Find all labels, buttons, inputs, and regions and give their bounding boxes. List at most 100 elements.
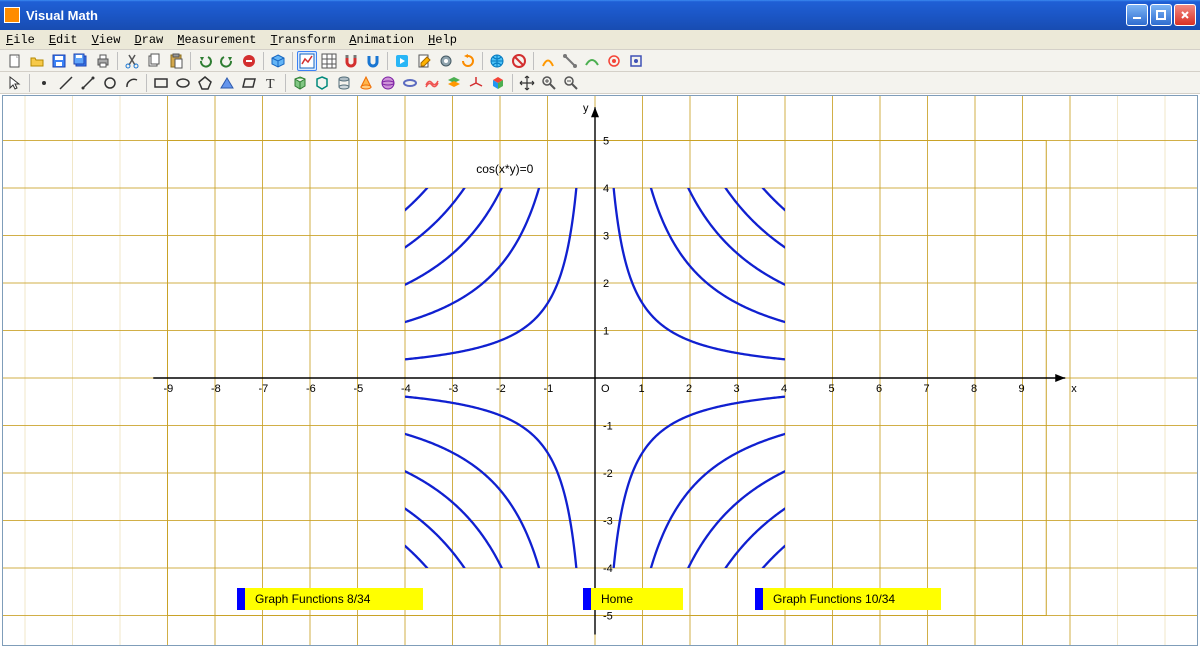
svg-text:-5: -5 bbox=[354, 383, 364, 395]
text-icon[interactable]: T bbox=[261, 73, 281, 93]
cancel-icon[interactable] bbox=[509, 51, 529, 71]
cut-icon[interactable] bbox=[122, 51, 142, 71]
3d-cone-icon[interactable] bbox=[356, 73, 376, 93]
svg-text:-4: -4 bbox=[401, 383, 411, 395]
segment-icon[interactable] bbox=[78, 73, 98, 93]
print-icon[interactable] bbox=[93, 51, 113, 71]
svg-text:1: 1 bbox=[603, 326, 609, 338]
menu-animation[interactable]: Animation bbox=[349, 33, 414, 47]
move-icon[interactable] bbox=[517, 73, 537, 93]
prev-page-button[interactable]: Graph Functions 8/34 bbox=[237, 588, 423, 610]
gear-icon[interactable] bbox=[436, 51, 456, 71]
zoom-in-icon[interactable] bbox=[539, 73, 559, 93]
svg-text:-3: -3 bbox=[603, 516, 613, 528]
3d-surface-icon[interactable] bbox=[422, 73, 442, 93]
point-icon[interactable] bbox=[34, 73, 54, 93]
3d-rgb-cube-icon[interactable] bbox=[488, 73, 508, 93]
3d-axis-icon[interactable] bbox=[466, 73, 486, 93]
line-icon[interactable] bbox=[56, 73, 76, 93]
rect-icon[interactable] bbox=[151, 73, 171, 93]
menu-transform[interactable]: Transform bbox=[270, 33, 335, 47]
3d-sphere-icon[interactable] bbox=[378, 73, 398, 93]
cube-icon[interactable] bbox=[268, 51, 288, 71]
menu-file[interactable]: File bbox=[6, 33, 35, 47]
svg-text:4: 4 bbox=[781, 383, 787, 395]
ellipse-icon[interactable] bbox=[173, 73, 193, 93]
pointer-icon[interactable] bbox=[5, 73, 25, 93]
menu-help[interactable]: Help bbox=[428, 33, 457, 47]
magnet-icon[interactable] bbox=[341, 51, 361, 71]
svg-text:2: 2 bbox=[603, 278, 609, 290]
close-button[interactable] bbox=[1174, 4, 1196, 26]
play-icon[interactable] bbox=[392, 51, 412, 71]
equation-label: cos(x*y)=0 bbox=[476, 162, 533, 176]
svg-text:O: O bbox=[601, 383, 610, 395]
parallelogram-icon[interactable] bbox=[239, 73, 259, 93]
menu-measurement[interactable]: Measurement bbox=[177, 33, 256, 47]
window-title: Visual Math bbox=[26, 8, 98, 23]
undo-icon[interactable] bbox=[195, 51, 215, 71]
redo-icon[interactable] bbox=[217, 51, 237, 71]
refresh-icon[interactable] bbox=[458, 51, 478, 71]
snap-icon[interactable] bbox=[363, 51, 383, 71]
3d-layers-icon[interactable] bbox=[444, 73, 464, 93]
svg-text:-9: -9 bbox=[164, 383, 174, 395]
paste-icon[interactable] bbox=[166, 51, 186, 71]
svg-text:-8: -8 bbox=[211, 383, 221, 395]
arc-icon[interactable] bbox=[122, 73, 142, 93]
menu-draw[interactable]: Draw bbox=[134, 33, 163, 47]
svg-text:-7: -7 bbox=[259, 383, 269, 395]
svg-text:3: 3 bbox=[734, 383, 740, 395]
svg-text:x: x bbox=[1071, 383, 1077, 395]
tool-d-icon[interactable] bbox=[604, 51, 624, 71]
triangle-icon[interactable] bbox=[217, 73, 237, 93]
3d-cube-icon[interactable] bbox=[290, 73, 310, 93]
edit-doc-icon[interactable] bbox=[414, 51, 434, 71]
3d-torus-icon[interactable] bbox=[400, 73, 420, 93]
graph-icon[interactable] bbox=[297, 51, 317, 71]
polygon-icon[interactable] bbox=[195, 73, 215, 93]
tool-c-icon[interactable] bbox=[582, 51, 602, 71]
zoom-out-icon[interactable] bbox=[561, 73, 581, 93]
title-bar: Visual Math bbox=[0, 0, 1200, 30]
svg-text:9: 9 bbox=[1019, 383, 1025, 395]
svg-text:2: 2 bbox=[686, 383, 692, 395]
canvas[interactable]: -9-8-7-6-5-4-3-2-1O123456789-5-4-3-2-112… bbox=[0, 94, 1200, 648]
toolbar-main bbox=[0, 50, 1200, 72]
globe-icon[interactable] bbox=[487, 51, 507, 71]
menu-edit[interactable]: Edit bbox=[49, 33, 78, 47]
new-file-icon[interactable] bbox=[5, 51, 25, 71]
save-icon[interactable] bbox=[49, 51, 69, 71]
grid-icon[interactable] bbox=[319, 51, 339, 71]
svg-text:7: 7 bbox=[924, 383, 930, 395]
tool-b-icon[interactable] bbox=[560, 51, 580, 71]
svg-text:6: 6 bbox=[876, 383, 882, 395]
svg-text:y: y bbox=[583, 102, 589, 114]
svg-text:-1: -1 bbox=[603, 421, 613, 433]
3d-prism-icon[interactable] bbox=[312, 73, 332, 93]
tool-a-icon[interactable] bbox=[538, 51, 558, 71]
minimize-button[interactable] bbox=[1126, 4, 1148, 26]
app-icon bbox=[4, 7, 20, 23]
3d-cylinder-icon[interactable] bbox=[334, 73, 354, 93]
copy-icon[interactable] bbox=[144, 51, 164, 71]
open-folder-icon[interactable] bbox=[27, 51, 47, 71]
next-page-button[interactable]: Graph Functions 10/34 bbox=[755, 588, 941, 610]
svg-text:4: 4 bbox=[603, 183, 609, 195]
menu-bar: File Edit View Draw Measurement Transfor… bbox=[0, 30, 1200, 50]
maximize-button[interactable] bbox=[1150, 4, 1172, 26]
svg-text:-5: -5 bbox=[603, 611, 613, 623]
svg-text:5: 5 bbox=[829, 383, 835, 395]
save-all-icon[interactable] bbox=[71, 51, 91, 71]
svg-text:1: 1 bbox=[639, 383, 645, 395]
svg-text:-3: -3 bbox=[449, 383, 459, 395]
svg-text:5: 5 bbox=[603, 136, 609, 148]
toolbar-draw: T bbox=[0, 72, 1200, 94]
home-button[interactable]: Home bbox=[583, 588, 683, 610]
svg-text:-6: -6 bbox=[306, 383, 316, 395]
menu-view[interactable]: View bbox=[92, 33, 121, 47]
delete-icon[interactable] bbox=[239, 51, 259, 71]
circle-icon[interactable] bbox=[100, 73, 120, 93]
tool-e-icon[interactable] bbox=[626, 51, 646, 71]
svg-text:T: T bbox=[266, 77, 275, 91]
